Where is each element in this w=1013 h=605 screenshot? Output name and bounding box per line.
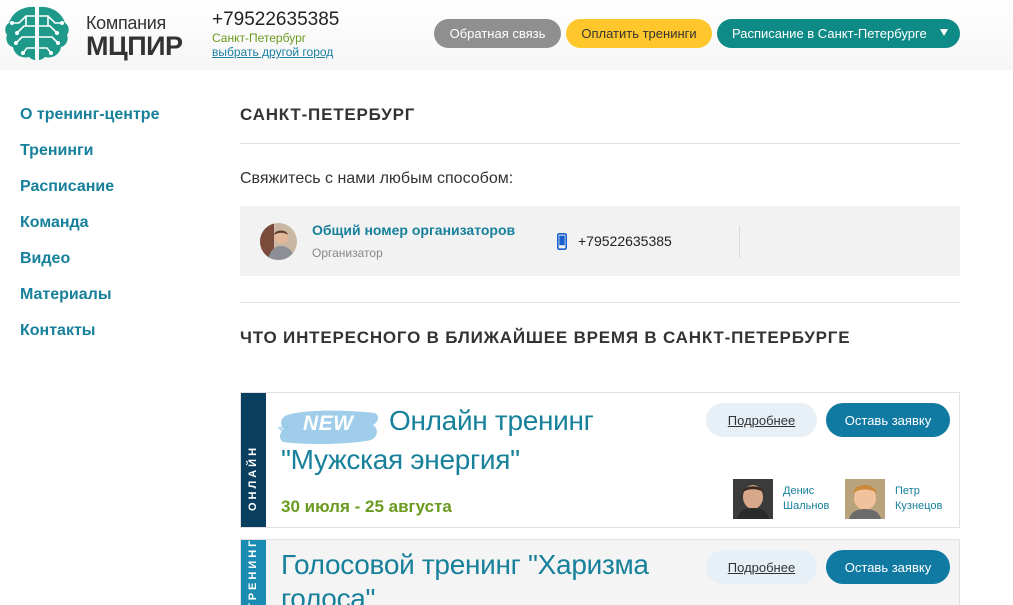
contact-intro-text: Свяжитесь с нами любым способом: (240, 170, 514, 187)
sidebar-item-video[interactable]: Видео (20, 248, 159, 284)
trainer-photo[interactable] (845, 479, 885, 519)
sidebar-nav: О тренинг-центре Тренинги Расписание Ком… (20, 104, 159, 356)
schedule-dropdown-button[interactable]: Расписание в Санкт-Петербурге (717, 19, 960, 48)
sidebar-item-trainings[interactable]: Тренинги (20, 140, 159, 176)
sidebar-item-materials[interactable]: Материалы (20, 284, 159, 320)
trainer-last-name: Кузнецов (895, 500, 943, 512)
training-card: ТРЕНИНГ Голосовой тренинг "Харизма голос… (240, 539, 960, 605)
schedule-dropdown-label: Расписание в Санкт-Петербурге (732, 26, 927, 41)
caret-down-icon (940, 29, 948, 36)
contact-phone[interactable]: +79522635385 (578, 233, 672, 249)
site-header: Компания МЦПИР +79522635385 Санкт-Петерб… (0, 0, 1013, 70)
contact-card: Общий номер организаторов Организатор +7… (240, 206, 960, 276)
training-card: ОНЛАЙН NEW Онлайн тренинг "Мужская энерг… (240, 392, 960, 528)
apply-button[interactable]: Оставь заявку (826, 403, 950, 437)
mobile-phone-icon (557, 233, 567, 250)
brand-big-text: МЦПИР (86, 31, 183, 61)
contact-name-link[interactable]: Общий номер организаторов (312, 222, 515, 238)
divider (240, 302, 960, 303)
trainer-first-name: Денис (783, 485, 815, 497)
brain-logo-icon[interactable] (4, 4, 70, 62)
brand-small-text: Компания (86, 13, 166, 33)
organizer-avatar (260, 223, 297, 260)
training-title-line2[interactable]: "Мужская энергия" (281, 443, 520, 477)
feedback-button[interactable]: Обратная связь (434, 19, 561, 48)
details-button[interactable]: Подробнее (706, 550, 817, 584)
trainer-name[interactable]: Денис Шальнов (783, 484, 829, 514)
format-ribbon-text: ОНЛАЙН (247, 444, 259, 511)
format-ribbon: ТРЕНИНГ (241, 540, 266, 605)
trainer-first-name: Петр (895, 485, 920, 497)
divider (240, 143, 960, 144)
sidebar-item-contacts[interactable]: Контакты (20, 320, 159, 356)
sidebar-item-team[interactable]: Команда (20, 212, 159, 248)
trainer-photo[interactable] (733, 479, 773, 519)
sidebar-item-about[interactable]: О тренинг-центре (20, 104, 159, 140)
change-city-link[interactable]: выбрать другой город (212, 45, 333, 59)
trainer-last-name: Шальнов (783, 500, 830, 512)
apply-button[interactable]: Оставь заявку (826, 550, 950, 584)
trainer-name[interactable]: Петр Кузнецов (895, 484, 942, 514)
current-city: Санкт-Петербург (212, 31, 307, 45)
training-title[interactable]: Онлайн тренинг (389, 404, 594, 438)
sidebar-item-schedule[interactable]: Расписание (20, 176, 159, 212)
upcoming-heading: ЧТО ИНТЕРЕСНОГО В БЛИЖАЙШЕЕ ВРЕМЯ В САНК… (240, 328, 851, 347)
training-title[interactable]: Голосовой тренинг "Харизма голоса" (281, 548, 701, 605)
details-button[interactable]: Подробнее (706, 403, 817, 437)
training-dates: 30 июля - 25 августа (281, 497, 452, 516)
brand-name[interactable]: Компания МЦПИР (86, 14, 183, 60)
header-phone[interactable]: +79522635385 (212, 9, 339, 31)
pay-trainings-button[interactable]: Оплатить тренинги (566, 19, 712, 48)
format-ribbon-text: ТРЕНИНГ (247, 539, 259, 605)
format-ribbon: ОНЛАЙН (241, 393, 266, 527)
contact-role: Организатор (312, 246, 383, 260)
page-title: САНКТ-ПЕТЕРБУРГ (240, 105, 416, 124)
new-badge-text: NEW (303, 412, 354, 435)
card-divider (739, 226, 740, 258)
